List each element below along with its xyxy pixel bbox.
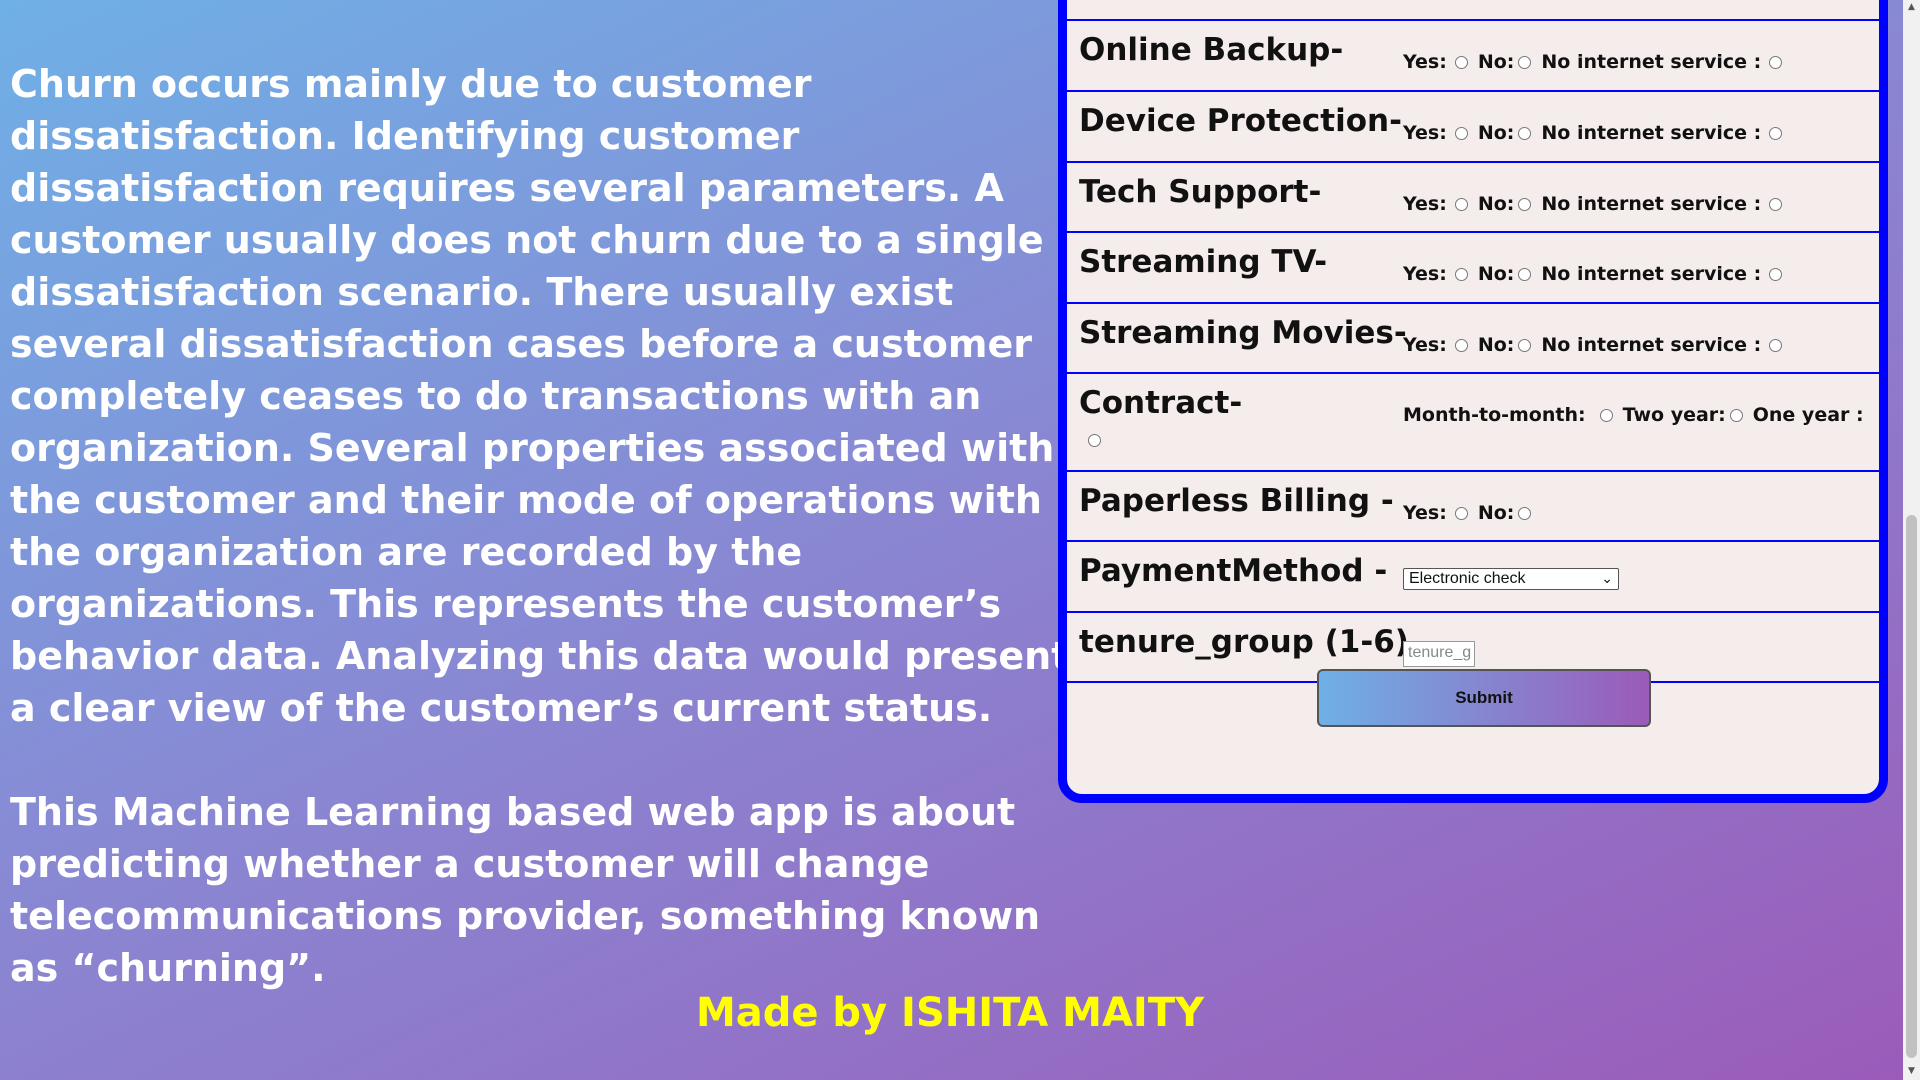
form-row-paperless-billing: Paperless Billing - Yes: No: [1067,472,1879,542]
device-protection-no-internet-radio[interactable] [1769,126,1783,140]
tech-support-label: Tech Support- [1079,174,1322,210]
streaming-tv-no-internet-label: No internet service : [1541,263,1762,285]
form-row-contract: Contract- Month-to-month: Two year: One … [1067,374,1879,472]
streaming-tv-no-radio[interactable] [1518,267,1532,281]
contract-label: Contract- [1079,385,1243,421]
scroll-up-icon[interactable]: ▲ [1906,2,1917,12]
page-scrollbar[interactable]: ▲ ▼ [1903,0,1920,1080]
payment-method-label: PaymentMethod - [1079,553,1388,589]
online-backup-label: Online Backup- [1079,32,1344,68]
streaming-movies-yes-radio[interactable] [1454,338,1468,352]
paperless-billing-no-label: No: [1477,502,1515,524]
online-backup-no-radio[interactable] [1518,55,1532,69]
streaming-movies-yes-label: Yes: [1403,334,1447,356]
form-row-payment-method: PaymentMethod - Electronic check ⌄ [1067,542,1879,613]
paperless-billing-label: Paperless Billing - [1079,483,1394,519]
paperless-billing-no-radio[interactable] [1518,506,1532,520]
payment-method-select[interactable]: Electronic check ⌄ [1403,568,1619,590]
device-protection-label: Device Protection- [1079,103,1402,139]
streaming-tv-no-internet-radio[interactable] [1769,267,1783,281]
tech-support-no-internet-label: No internet service : [1541,193,1762,215]
paperless-billing-yes-label: Yes: [1403,502,1447,524]
online-backup-no-internet-radio[interactable] [1769,55,1783,69]
form-row-device-protection: Device Protection- Yes: No: No internet … [1067,92,1879,163]
device-protection-no-internet-label: No internet service : [1541,122,1762,144]
tenure-group-label: tenure_group (1-6) [1079,624,1409,660]
form-row-online-backup: Online Backup- Yes: No: No internet serv… [1067,21,1879,92]
tech-support-no-label: No: [1477,193,1515,215]
device-protection-yes-label: Yes: [1403,122,1447,144]
footer-credit: Made by ISHITA MAITY [695,990,1205,1036]
tech-support-no-internet-radio[interactable] [1769,197,1783,211]
payment-method-selected-value: Electronic check [1409,570,1526,587]
streaming-tv-label: Streaming TV- [1079,244,1328,280]
tenure-group-placeholder: tenure_g [1408,644,1472,661]
form-row-streaming-movies: Streaming Movies- Yes: No: No internet s… [1067,304,1879,374]
tenure-group-input[interactable]: tenure_g [1403,641,1475,667]
online-backup-yes-label: Yes: [1403,51,1447,73]
contract-month-to-month-label: Month-to-month: [1403,404,1586,426]
tech-support-yes-label: Yes: [1403,193,1447,215]
online-backup-yes-radio[interactable] [1454,55,1468,69]
chevron-down-icon: ⌄ [1601,570,1613,586]
streaming-movies-label: Streaming Movies- [1079,315,1407,351]
contract-one-year-label: One year : [1752,404,1864,426]
streaming-movies-no-radio[interactable] [1518,338,1532,352]
contract-month-to-month-radio[interactable] [1599,408,1613,422]
device-protection-yes-radio[interactable] [1454,126,1468,140]
device-protection-no-label: No: [1477,122,1515,144]
submit-button[interactable]: Submit [1317,669,1651,727]
streaming-tv-yes-radio[interactable] [1454,267,1468,281]
contract-one-year-radio[interactable] [1088,434,1101,447]
form-row-streaming-tv: Streaming TV- Yes: No: No internet servi… [1067,233,1879,304]
streaming-movies-no-label: No: [1477,334,1515,356]
tech-support-yes-radio[interactable] [1454,197,1468,211]
streaming-movies-no-internet-radio[interactable] [1769,338,1783,352]
online-backup-no-label: No: [1477,51,1515,73]
streaming-movies-no-internet-label: No internet service : [1541,334,1762,356]
streaming-tv-yes-label: Yes: [1403,263,1447,285]
intro-paragraph-churn: Churn occurs mainly due to customer diss… [10,62,1070,730]
online-backup-no-internet-label: No internet service : [1541,51,1762,73]
form-row-previous [1067,0,1879,21]
streaming-tv-no-label: No: [1477,263,1515,285]
paperless-billing-yes-radio[interactable] [1454,506,1468,520]
intro-text: Churn occurs mainly due to customer diss… [10,58,1070,994]
prediction-form: Online Backup- Yes: No: No internet serv… [1058,0,1888,803]
device-protection-no-radio[interactable] [1518,126,1532,140]
intro-paragraph-app: This Machine Learning based web app is a… [10,790,1041,990]
scroll-down-icon[interactable]: ▼ [1906,1066,1917,1076]
contract-two-year-label: Two year: [1622,404,1726,426]
scrollbar-thumb[interactable] [1906,515,1917,1058]
contract-two-year-radio[interactable] [1729,408,1743,422]
form-row-tech-support: Tech Support- Yes: No: No internet servi… [1067,163,1879,233]
tech-support-no-radio[interactable] [1518,197,1532,211]
